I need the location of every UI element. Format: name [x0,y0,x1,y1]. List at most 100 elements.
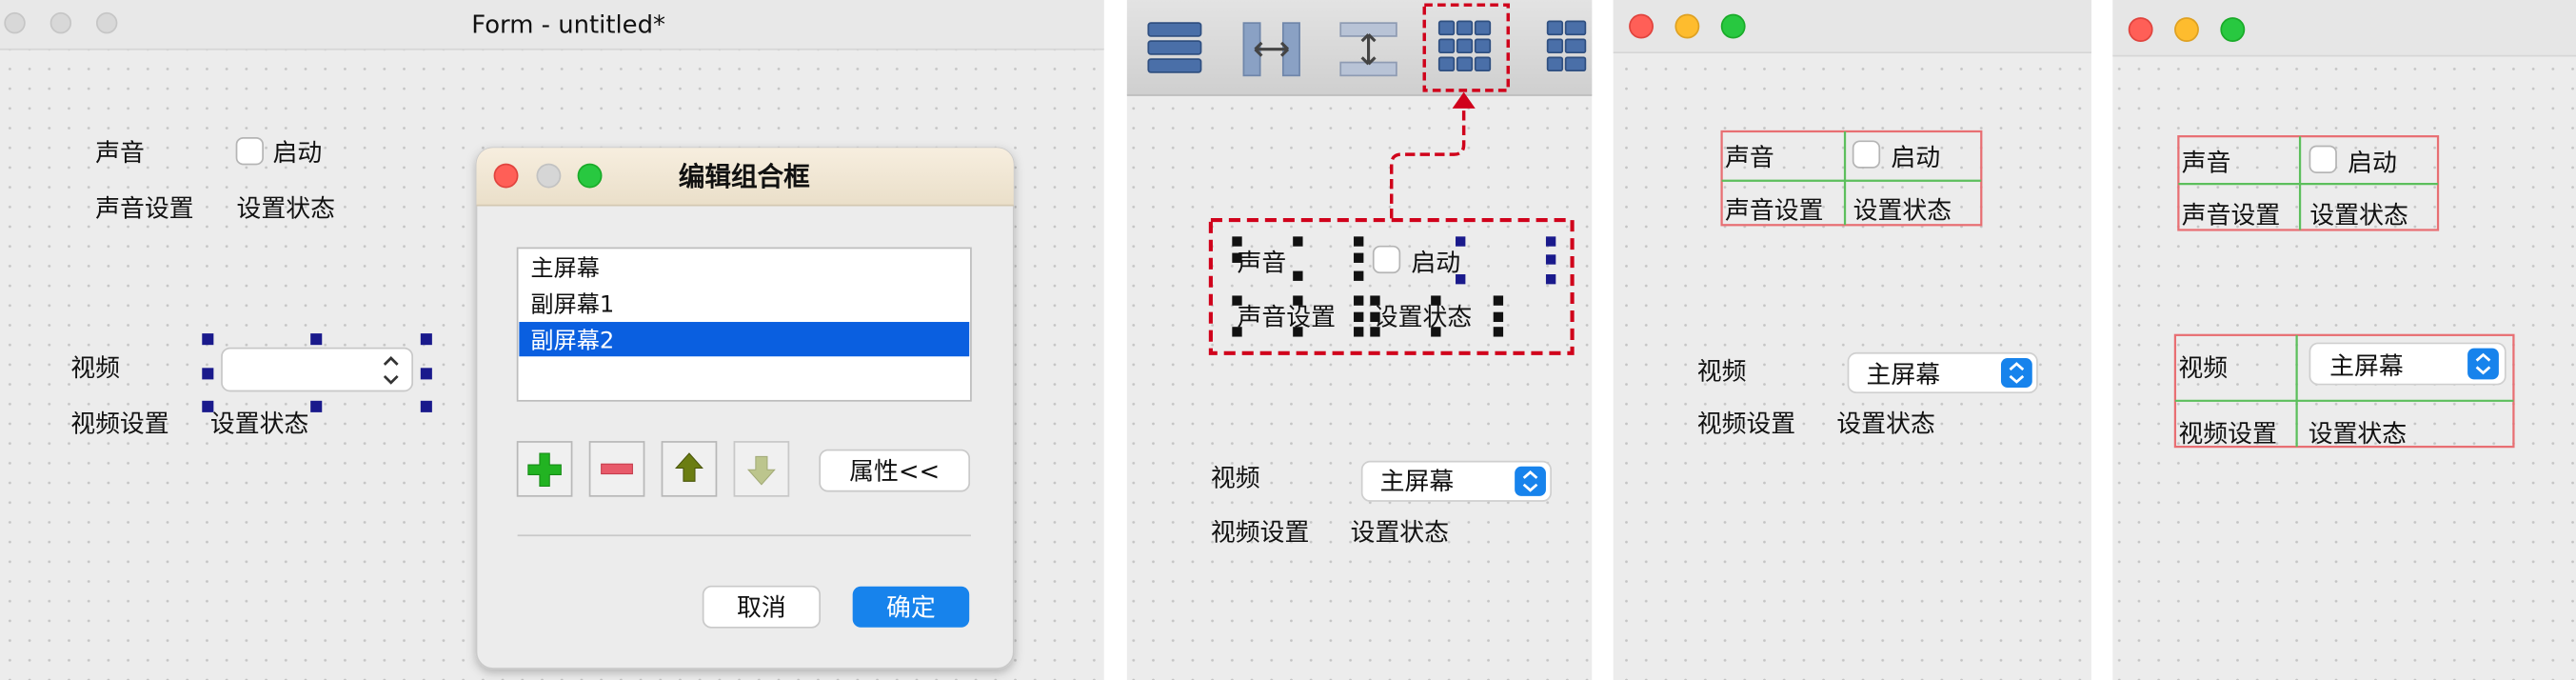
panel-both-grid-layouts: 声音 启动 声音设置 设置状态 视频 主屏幕 视频设置 设置状态 [2112,0,2576,680]
enable-checkbox[interactable] [2308,145,2337,173]
selection-handle[interactable] [1354,295,1364,306]
selection-handle[interactable] [1431,327,1441,337]
video-state-label: 设置状态 [1351,518,1449,547]
selection-handle[interactable] [1493,327,1504,337]
video-label: 视频 [1697,357,1747,386]
video-label: 视频 [2178,354,2228,383]
enable-checkbox[interactable] [1852,140,1881,169]
selection-handle[interactable] [1232,236,1242,247]
selection-handle[interactable] [1293,327,1303,337]
selection-handle[interactable] [1493,311,1504,323]
video-combobox-value: 主屏幕 [1380,468,1455,496]
selection-handle[interactable] [1232,252,1242,263]
selection-handle[interactable] [1545,254,1556,265]
lay-out-in-grid-icon[interactable] [1437,20,1492,72]
selection-handle[interactable] [1293,270,1303,281]
video-label: 视频 [70,354,120,383]
selection-handle[interactable] [1293,236,1303,247]
video-combobox[interactable] [221,347,414,392]
selection-handle[interactable] [202,333,214,346]
enable-checkbox[interactable] [1372,245,1401,274]
enable-checkbox-label: 启动 [1411,250,1460,278]
selection-handle[interactable] [1354,270,1364,281]
selection-handle[interactable] [1431,295,1441,306]
stage: Form - untitled* 声音 启动 声音设置 设置状态 视频 视频设置… [0,0,2576,680]
sound-label: 声音 [1238,250,1287,278]
dialog-title: 编辑组合框 [679,161,810,192]
selection-handle[interactable] [1370,327,1380,337]
sound-label: 声音 [2182,149,2231,177]
video-combobox-value: 主屏幕 [2329,352,2404,381]
enable-checkbox-label: 启动 [2348,149,2397,177]
selection-handle[interactable] [1232,295,1242,306]
panel-layout-toolbar: 声音 启动 声音设置 设置状态 视频 主屏幕 视频设置 设置状态 [1126,0,1593,680]
minimize-icon[interactable] [50,11,72,34]
enable-checkbox[interactable] [235,137,264,166]
selection-handle[interactable] [420,333,432,346]
zoom-icon[interactable] [2220,17,2246,42]
panel2-grid [1126,95,1593,680]
video-label: 视频 [1211,465,1260,493]
sound-state-label: 设置状态 [1853,196,1952,225]
close-icon[interactable] [4,11,26,34]
selection-handle[interactable] [1456,274,1466,285]
close-icon[interactable] [1629,13,1654,39]
selection-handle[interactable] [310,400,323,412]
lay-out-vertically-icon[interactable] [1147,22,1202,73]
selection-handle[interactable] [1493,295,1504,306]
sound-settings-label: 声音设置 [2182,202,2280,230]
sound-label: 声音 [95,139,145,168]
selection-handle[interactable] [1370,295,1380,306]
sound-settings-label: 声音设置 [95,195,193,224]
selection-handle[interactable] [420,368,432,380]
close-icon[interactable] [2128,17,2153,42]
properties-button-label: 属性<< [849,458,940,487]
edit-combobox-dialog: 编辑组合框 主屏幕 副屏幕1 副屏幕2 属性<< 取消 确定 [475,147,1015,670]
selection-handle[interactable] [1354,252,1364,263]
list-item[interactable]: 副屏幕1 [530,291,614,318]
dialog-zoom-icon[interactable] [577,163,603,189]
selection-handle[interactable] [1545,236,1556,247]
combobox-stepper-icon[interactable] [2467,348,2499,380]
video-settings-label: 视频设置 [2178,420,2276,449]
selection-handle[interactable] [202,368,214,380]
minus-icon [601,463,633,475]
ok-button-label: 确定 [886,594,936,623]
minimize-icon[interactable] [1674,13,1700,39]
window-title: Form - untitled* [471,11,665,40]
dialog-minimize-icon[interactable] [536,163,562,189]
selection-handle[interactable] [1354,327,1364,337]
sound-state-label: 设置状态 [1374,303,1472,331]
selection-handle[interactable] [1354,236,1364,247]
sound-state-label: 设置状态 [237,195,335,224]
dialog-close-icon[interactable] [493,163,519,189]
list-item[interactable]: 主屏幕 [530,255,599,282]
selection-handle[interactable] [1232,327,1242,337]
video-settings-label: 视频设置 [1211,518,1309,547]
selection-handle[interactable] [1456,236,1466,247]
selection-handle[interactable] [1293,295,1303,306]
video-settings-label: 视频设置 [1697,410,1795,439]
sound-label: 声音 [1725,144,1774,172]
minimize-icon[interactable] [2174,17,2199,42]
selection-handle[interactable] [1545,274,1556,285]
sound-state-label: 设置状态 [2309,202,2408,230]
cancel-button-label: 取消 [737,594,786,623]
panel-sound-grid-layout: 声音 启动 声音设置 设置状态 视频 主屏幕 视频设置 设置状态 [1613,0,2091,680]
zoom-icon[interactable] [1720,13,1746,39]
video-settings-label: 视频设置 [70,410,168,439]
selection-handle[interactable] [310,333,323,346]
zoom-icon[interactable] [95,11,118,34]
panel-form-designer: Form - untitled* 声音 启动 声音设置 设置状态 视频 视频设置… [0,0,1104,680]
enable-checkbox-label: 启动 [1891,144,1940,172]
sound-settings-label: 声音设置 [1238,303,1336,331]
selection-handle[interactable] [1354,311,1364,323]
lay-out-in-form-icon[interactable] [1546,20,1587,72]
selection-handle[interactable] [1370,311,1380,323]
list-item-selected[interactable]: 副屏幕2 [530,328,614,354]
sound-settings-label: 声音设置 [1725,196,1823,225]
video-state-label: 设置状态 [1836,410,1934,439]
video-combobox-value: 主屏幕 [1866,361,1940,390]
enable-checkbox-label: 启动 [272,139,322,168]
selection-handle[interactable] [420,400,432,412]
